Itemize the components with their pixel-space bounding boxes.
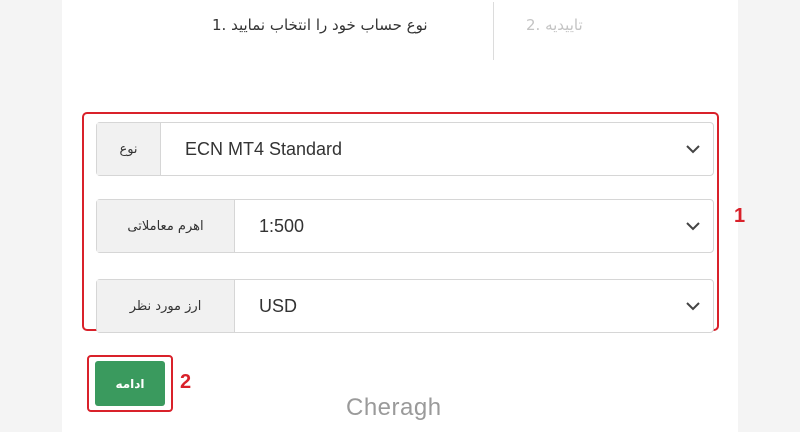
account-type-label: نوع [97,123,161,175]
step-1-label: نوع حساب خود را انتخاب نمایید .1 [212,16,428,34]
chevron-down-icon [673,221,713,231]
step-2-label: تاییدیه .2 [526,16,583,34]
leverage-value: 1:500 [259,215,305,236]
callout-number-2: 2 [180,371,192,393]
leverage-select[interactable]: اهرم معاملاتی 1:500 [96,199,714,253]
right-margin-band [738,0,800,432]
step-indicator: نوع حساب خود را انتخاب نمایید .1 تاییدیه… [0,0,800,60]
currency-select[interactable]: ارز مورد نظر USD [96,279,714,333]
account-type-select[interactable]: نوع ECN MT4 Standard [96,122,714,176]
brand-watermark: Cheragh [346,394,442,421]
currency-value: USD [259,295,298,316]
continue-button[interactable]: ادامه [95,361,165,406]
chevron-down-icon [673,144,713,154]
leverage-label: اهرم معاملاتی [97,200,235,252]
account-type-value: ECN MT4 Standard [185,138,343,159]
step-divider [493,2,494,60]
currency-label: ارز مورد نظر [97,280,235,332]
left-margin-band [0,0,62,432]
callout-number-1: 1 [734,205,746,227]
chevron-down-icon [673,301,713,311]
